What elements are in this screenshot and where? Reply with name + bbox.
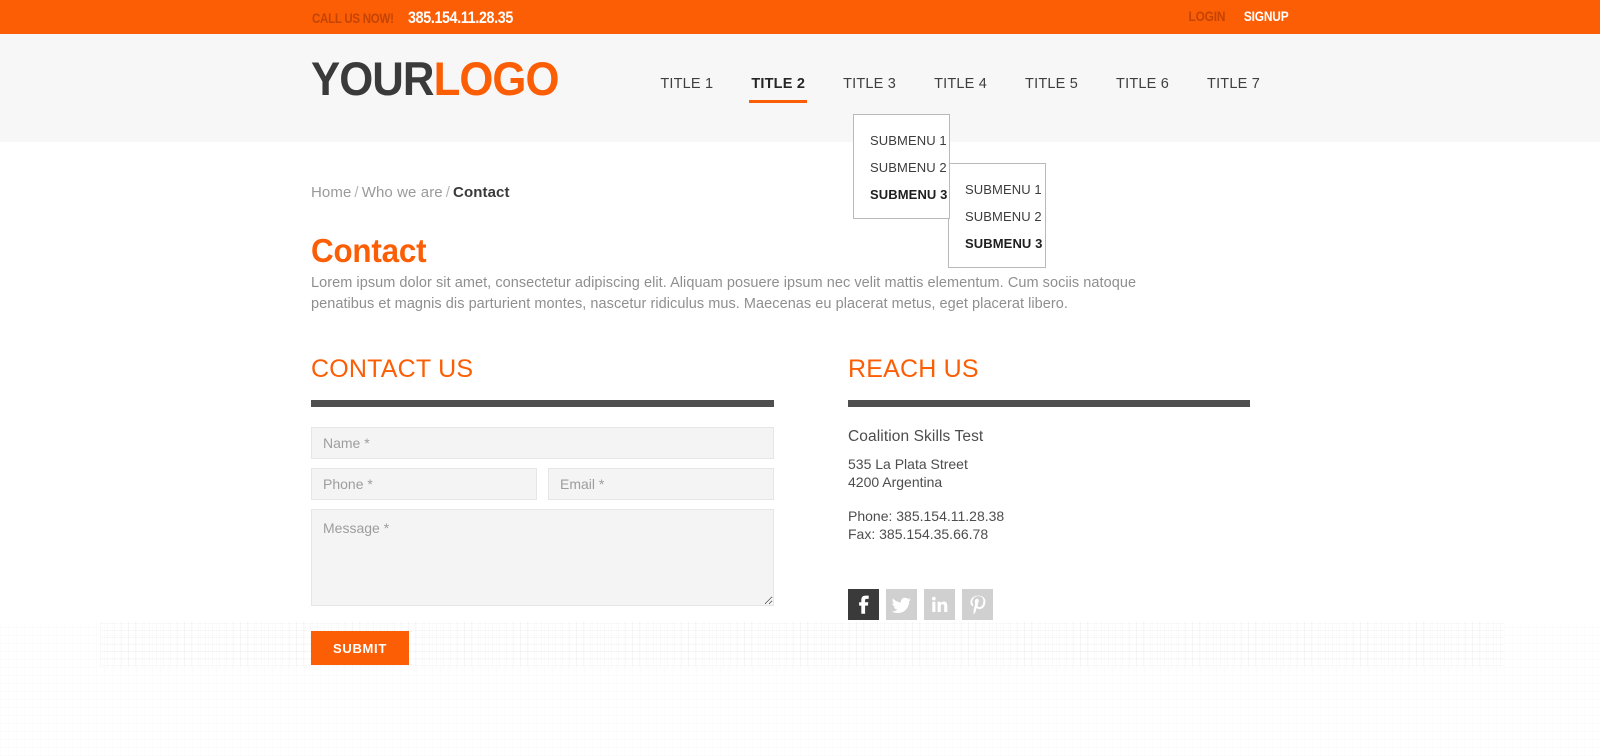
nav-label: TITLE 4	[934, 76, 988, 92]
linkedin-icon[interactable]	[924, 589, 955, 621]
fax-number: Fax: 385.154.35.66.78	[848, 526, 989, 543]
phone-email-row	[311, 468, 774, 500]
phone-input[interactable]	[311, 468, 537, 500]
login-link[interactable]: LOGIN	[1189, 8, 1226, 24]
call-us-phone-number: 385.154.11.28.35	[407, 8, 513, 27]
dropdown-l2-item-submenu-2[interactable]: SUBMENU 2	[949, 203, 1045, 230]
phone-block: Phone: 385.154.11.28.38 Fax: 385.154.35.…	[848, 507, 1250, 543]
email-input[interactable]	[548, 468, 774, 500]
contact-form: SUBMIT	[311, 427, 774, 665]
logo-text-logo: LOGO	[433, 52, 560, 105]
dropdown-menu-level-1: SUBMENU 1 SUBMENU 2 SUBMENU 3	[853, 114, 950, 219]
message-textarea[interactable]	[311, 509, 774, 606]
nav-item-title-4[interactable]: TITLE 4	[915, 76, 1006, 92]
address-line-1: 535 La Plata Street	[848, 456, 968, 472]
active-nav-underline	[749, 100, 808, 103]
social-links	[848, 589, 1250, 621]
nav-item-title-1[interactable]: TITLE 1	[660, 76, 732, 92]
contact-us-rule	[311, 400, 774, 407]
nav-label: TITLE 6	[1116, 76, 1170, 92]
breadcrumb-separator: /	[445, 184, 451, 201]
nav-label: TITLE 1	[660, 76, 714, 92]
pinterest-icon[interactable]	[962, 589, 993, 621]
nav-label: TITLE 3	[843, 76, 897, 92]
nav-item-title-5[interactable]: TITLE 5	[1006, 76, 1097, 92]
twitter-icon[interactable]	[886, 589, 917, 621]
phone-number: Phone: 385.154.11.28.38	[848, 508, 1005, 524]
dropdown-l1-item-submenu-3[interactable]: SUBMENU 3	[854, 181, 949, 208]
dropdown-menu-level-2: SUBMENU 1 SUBMENU 2 SUBMENU 3	[948, 163, 1046, 268]
top-utility-bar: CALL US NOW! 385.154.11.28.35 LOGIN SIGN…	[0, 0, 1600, 34]
address-line-2: 4200 Argentina	[848, 473, 943, 490]
dropdown-l1-item-submenu-1[interactable]: SUBMENU 1	[854, 127, 949, 154]
breadcrumb-separator: /	[354, 184, 359, 201]
contact-us-heading: CONTACT US	[311, 355, 474, 383]
signup-link[interactable]: SIGNUP	[1243, 8, 1288, 24]
nav-item-title-7[interactable]: TITLE 7	[1188, 76, 1260, 92]
nav-item-title-6[interactable]: TITLE 6	[1097, 76, 1188, 92]
main-navigation: TITLE 1 TITLE 2 TITLE 3 TITLE 4 TITLE 5 …	[660, 76, 1260, 103]
submit-button[interactable]: SUBMIT	[311, 631, 409, 665]
facebook-icon[interactable]	[848, 589, 879, 621]
name-input[interactable]	[311, 427, 774, 459]
reach-us-heading: REACH US	[848, 355, 979, 383]
nav-label: TITLE 7	[1207, 76, 1260, 92]
dropdown-l2-item-submenu-3[interactable]: SUBMENU 3	[949, 230, 1045, 257]
reach-us-rule	[848, 400, 1250, 407]
page-intro-text: Lorem ipsum dolor sit amet, consectetur …	[311, 275, 1137, 313]
breadcrumb-current: Contact	[453, 184, 510, 201]
breadcrumb-who-we-are[interactable]: Who we are	[362, 184, 443, 201]
breadcrumb-home[interactable]: Home	[311, 184, 351, 201]
nav-item-title-2[interactable]: TITLE 2	[732, 76, 824, 103]
breadcrumb: Home / Who we are / Contact	[311, 184, 510, 201]
nav-label: TITLE 2	[751, 76, 806, 92]
organization-name: Coalition Skills Test	[848, 428, 984, 445]
site-logo[interactable]: YOURLOGO	[311, 55, 559, 102]
site-header: YOURLOGO TITLE 1 TITLE 2 TITLE 3 TITLE 4…	[0, 34, 1600, 142]
address-block: 535 La Plata Street 4200 Argentina	[848, 456, 1250, 491]
logo-text-your: YOUR	[311, 52, 434, 105]
nav-item-title-3[interactable]: TITLE 3	[824, 76, 915, 92]
call-us-label: CALL US NOW!	[312, 10, 394, 26]
dropdown-l1-item-submenu-2[interactable]: SUBMENU 2	[854, 154, 949, 181]
contact-form-column: CONTACT US SUBMIT	[311, 357, 774, 665]
page-title: Contact	[311, 232, 427, 269]
call-us-block: CALL US NOW! 385.154.11.28.35	[312, 8, 533, 28]
dropdown-l2-item-submenu-1[interactable]: SUBMENU 1	[949, 176, 1045, 203]
account-links: LOGIN SIGNUP	[1182, 8, 1288, 24]
reach-us-column: REACH US Coalition Skills Test 535 La Pl…	[848, 355, 1250, 621]
nav-label: TITLE 5	[1025, 76, 1079, 92]
